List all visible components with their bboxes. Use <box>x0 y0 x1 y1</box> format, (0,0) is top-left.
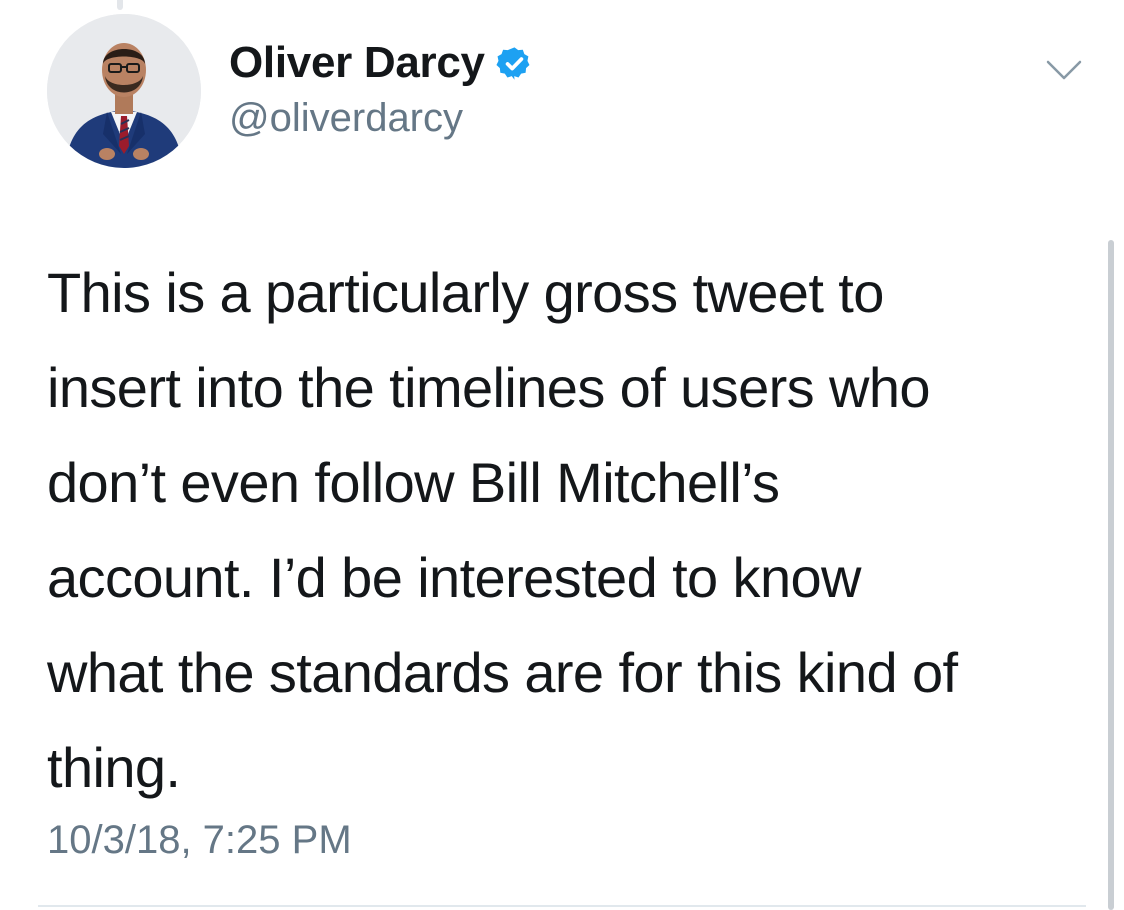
author-name[interactable]: Oliver Darcy <box>229 38 533 88</box>
avatar[interactable] <box>47 14 201 168</box>
scrollbar[interactable] <box>1108 240 1114 910</box>
verified-badge-icon <box>496 46 530 80</box>
author-handle[interactable]: @oliverdarcy <box>229 96 463 141</box>
tweet-timestamp[interactable]: 10/3/18, 7:25 PM <box>47 818 352 863</box>
author-name-text: Oliver Darcy <box>229 38 485 87</box>
chevron-down-icon <box>1046 60 1082 80</box>
divider <box>38 905 1086 907</box>
tweet-view: Oliver Darcy @oliverdarcy This is a part… <box>0 0 1124 910</box>
top-connector <box>117 0 123 10</box>
tweet-menu-button[interactable] <box>1044 56 1084 84</box>
tweet-text: This is a particularly gross tweet to in… <box>47 261 958 799</box>
avatar-image <box>47 14 201 168</box>
